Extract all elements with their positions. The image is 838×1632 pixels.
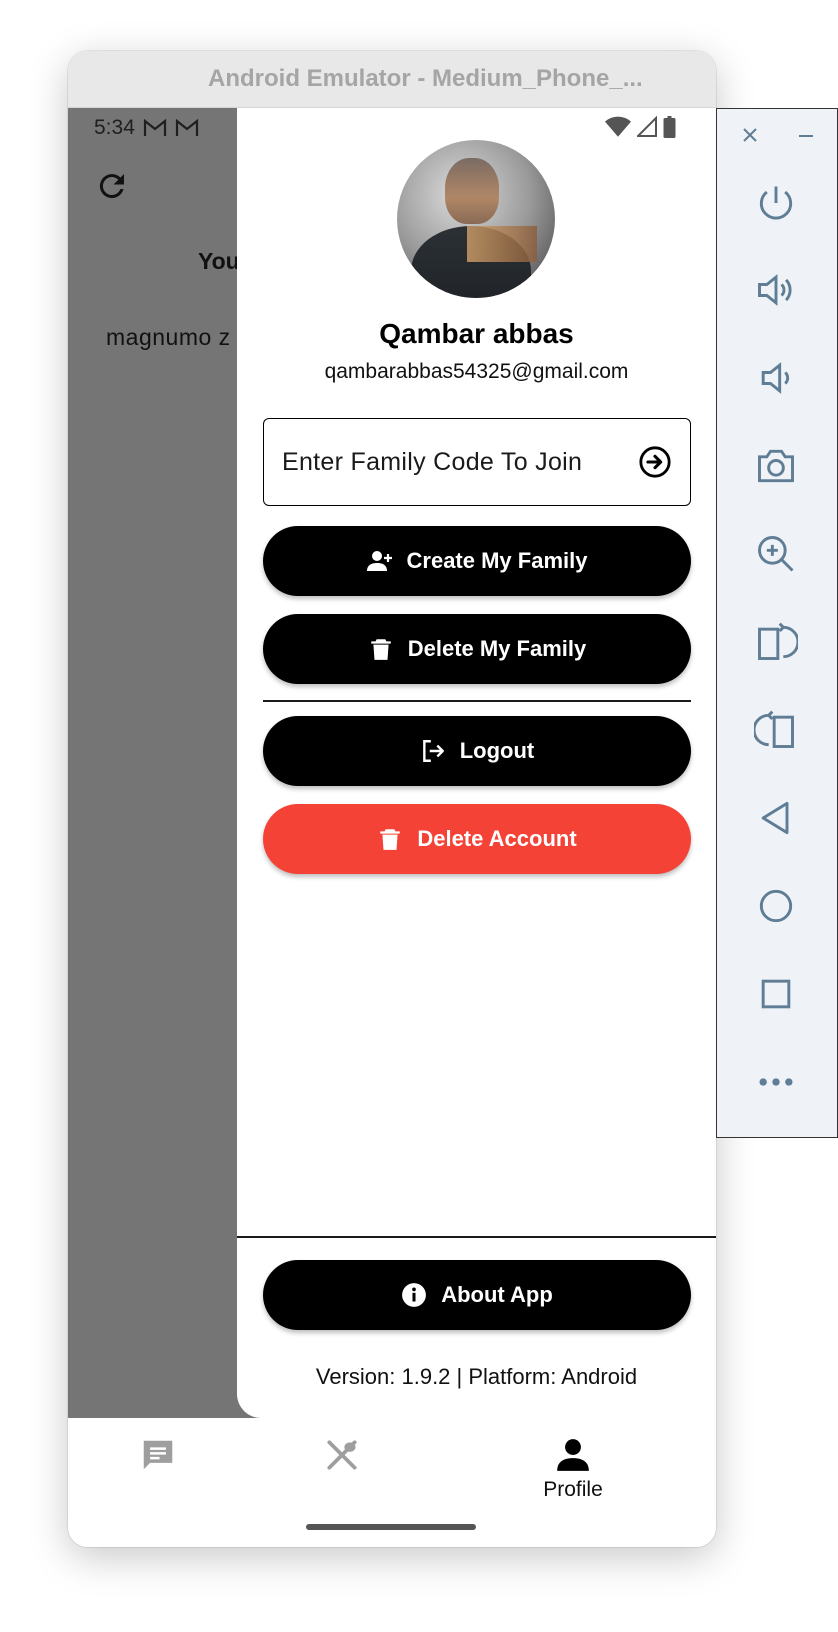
- volume-up-button[interactable]: [752, 266, 800, 314]
- about-app-button[interactable]: About App: [263, 1260, 691, 1330]
- delete-family-label: Delete My Family: [407, 636, 587, 661]
- logout-icon: [422, 740, 444, 762]
- status-bar-left: 5:34: [94, 116, 199, 140]
- toolbar-window-controls: [717, 125, 838, 145]
- about-app-label: About App: [441, 1282, 553, 1307]
- home-button[interactable]: [752, 882, 800, 930]
- more-button[interactable]: [752, 1058, 800, 1106]
- logout-button[interactable]: Logout: [263, 716, 691, 786]
- rotate-left-button[interactable]: [752, 618, 800, 666]
- rotate-right-button[interactable]: [752, 706, 800, 754]
- background-heading: You: [198, 248, 240, 274]
- family-code-field[interactable]: [263, 418, 691, 506]
- minimize-icon[interactable]: [796, 125, 816, 145]
- camera-button[interactable]: [752, 442, 800, 490]
- status-time: 5:34: [94, 116, 135, 139]
- back-button[interactable]: [752, 794, 800, 842]
- nav-item-profile[interactable]: Profile: [513, 1436, 633, 1502]
- camera-icon: [758, 449, 794, 483]
- more-icon: [759, 1078, 793, 1086]
- power-button[interactable]: [752, 179, 800, 227]
- signal-icon: [637, 116, 657, 137]
- gesture-home-bar[interactable]: [306, 1524, 476, 1530]
- info-icon: [402, 1283, 427, 1307]
- logout-label: Logout: [459, 738, 535, 763]
- window-title: Android Emulator - Medium_Phone_...: [208, 65, 643, 92]
- phone-screen: 5:34 You magnumo z Qambar abbas qambarab…: [68, 108, 716, 1547]
- profile-drawer: Qambar abbas qambarabbas54325@gmail.com …: [237, 108, 716, 1418]
- refresh-icon[interactable]: [94, 168, 130, 204]
- window-titlebar[interactable]: Android Emulator - Medium_Phone_...: [68, 51, 716, 108]
- user-email: qambarabbas54325@gmail.com: [324, 360, 629, 383]
- gmail-icon: [143, 118, 166, 136]
- nav-label: Profile: [543, 1478, 603, 1501]
- volume-up-icon: [758, 274, 792, 306]
- nav-item-chat[interactable]: [98, 1436, 218, 1478]
- emulator-window: Android Emulator - Medium_Phone_... 5:34…: [68, 51, 716, 1547]
- back-icon: [761, 801, 789, 835]
- utensils-icon: [327, 1440, 357, 1470]
- create-family-label: Create My Family: [406, 548, 588, 573]
- close-icon[interactable]: [740, 125, 760, 145]
- delete-account-label: Delete Account: [417, 826, 577, 851]
- create-family-button[interactable]: Create My Family: [263, 526, 691, 596]
- emulator-toolbar: [716, 108, 838, 1138]
- wifi-icon: [605, 116, 631, 137]
- rotate-left-icon: [758, 622, 798, 660]
- volume-down-button[interactable]: [752, 354, 800, 402]
- volume-down-icon: [761, 362, 790, 394]
- delete-family-button[interactable]: Delete My Family: [263, 614, 691, 684]
- status-bar-right: [605, 116, 676, 138]
- delete-account-button[interactable]: Delete Account: [263, 804, 691, 874]
- family-code-input[interactable]: [282, 447, 622, 477]
- bottom-navigation: Profile: [68, 1418, 716, 1547]
- version-text: Version: 1.9.2 | Platform: Android: [315, 1364, 638, 1389]
- power-icon: [759, 186, 793, 220]
- trash-icon: [380, 829, 401, 850]
- home-icon: [759, 889, 793, 923]
- background-item: magnumo z: [106, 324, 231, 350]
- zoom-button[interactable]: [752, 530, 800, 578]
- rotate-right-icon: [754, 710, 794, 748]
- nav-item-food[interactable]: [282, 1436, 402, 1478]
- person-add-icon: [366, 551, 392, 571]
- trash-icon: [370, 639, 391, 660]
- battery-icon: [663, 116, 676, 138]
- user-name: Qambar abbas: [379, 318, 574, 349]
- gmail-icon: [175, 118, 198, 136]
- person-icon: [557, 1439, 589, 1471]
- divider: [237, 1236, 716, 1238]
- overview-button[interactable]: [752, 970, 800, 1018]
- divider: [263, 700, 691, 702]
- avatar[interactable]: [397, 140, 555, 298]
- overview-icon: [761, 979, 791, 1009]
- chat-icon: [143, 1440, 173, 1470]
- zoom-in-icon: [758, 536, 794, 572]
- arrow-circle-right-icon[interactable]: [638, 445, 672, 479]
